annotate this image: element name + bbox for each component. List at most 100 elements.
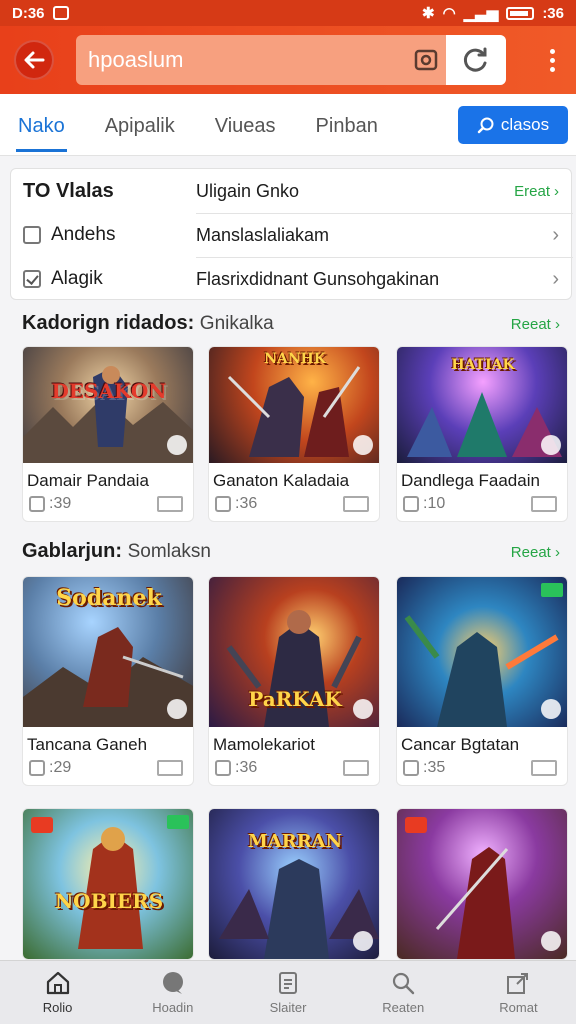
game-card[interactable]: Sodanek Tancana Ganeh :29 [22,576,194,786]
filter-header-link[interactable]: Ereat › [514,183,559,200]
game-name: Ganaton Kaladaia [213,471,350,490]
game-name: Mamolekariot [213,735,316,754]
game-art-title: Sodanek [56,585,162,611]
nav-item-home[interactable]: Rolio [0,961,115,1024]
filter-row-label: Alagik [51,268,103,289]
rating-icon [403,760,419,776]
section-subtitle: Somlaksn [127,541,211,562]
see-all-link[interactable]: Reeat › [511,316,560,333]
search-box [76,35,506,85]
game-thumbnail: PaRKAK [209,577,379,727]
nav-label: Rolio [42,1000,73,1015]
game-rating: :39 [49,495,72,512]
game-thumbnail: HATIAK [397,347,567,463]
section-title: Kadorign ridados: [22,312,195,334]
filter-card: TO Vlalas Uligain Gnko Ereat › Andehs Man… [10,168,573,301]
home-icon [46,971,69,995]
game-name: Dandlega Faadain [401,471,540,490]
image-search-button[interactable] [406,35,446,85]
filter-row[interactable]: Andehs Manslaslaliakam › [11,213,573,257]
chevron-right-icon: › [552,268,559,290]
publisher-badge-icon [541,435,561,455]
bluetooth-icon: ✱ [422,5,435,22]
overflow-menu-button[interactable] [542,48,562,72]
tab-viueas[interactable]: Viueas [215,94,276,156]
game-name: Damair Pandaia [27,471,149,490]
section-subtitle: Gnikalka [199,313,274,334]
signal-icon: ▁▃▅ [463,5,499,22]
hot-badge-icon [31,817,53,833]
game-card[interactable]: DESAKON Damair Pandaia :39 [22,346,194,522]
game-card[interactable]: HATIAK Dandlega Faadain :10 [396,346,568,522]
save-toggle[interactable] [531,496,557,512]
see-all-link[interactable]: Reeat › [511,544,560,561]
game-card[interactable]: Cancar Bgtatan :35 [396,576,568,786]
chat-icon [162,972,183,994]
game-card[interactable]: PaRKAK Mamolekariot :36 [208,576,380,786]
publisher-badge-icon [353,931,373,951]
chevron-right-icon: › [552,224,559,246]
filter-row-value: Flasrixdidnant Gunsohgakinan [196,269,440,289]
refresh-button[interactable] [446,35,506,85]
filter-row[interactable]: Alagik Flasrixdidnant Gunsohgakinan › [11,257,573,301]
game-rating: :36 [235,759,258,776]
status-bar: D:36 ✱ ◠ ▁▃▅ :36 [0,0,576,26]
game-thumbnail [397,809,567,959]
save-toggle[interactable] [343,496,369,512]
status-time: D:36 [12,4,45,22]
rating-icon [29,760,45,776]
save-toggle[interactable] [343,760,369,776]
filter-header-value: Uligain Gnko [196,180,300,201]
save-toggle[interactable] [531,760,557,776]
game-card[interactable]: NOBIERS [22,808,194,960]
top-app-bar [0,26,576,94]
nav-item-search[interactable]: Reaten [346,961,461,1024]
game-rating: :10 [423,495,446,512]
checkbox[interactable] [23,226,41,244]
nav-item-chat[interactable]: Hoadin [115,961,230,1024]
save-toggle[interactable] [157,760,183,776]
publisher-badge-icon [353,435,373,455]
nav-label: Slaiter [269,1000,307,1015]
arrow-left-icon [24,51,45,69]
game-thumbnail: MARRAN [209,809,379,959]
tab-apipalik[interactable]: Apipalik [105,94,175,156]
game-card[interactable]: NANHK Ganaton Kaladaia :36 [208,346,380,522]
publisher-badge-icon [167,435,187,455]
save-toggle[interactable] [157,496,183,512]
checkbox-checked[interactable] [23,270,41,288]
search-icon [393,972,415,995]
chevron-right-icon: › [554,182,559,200]
rating-icon [403,496,419,512]
search-input[interactable] [76,35,406,85]
see-all-label: Reeat [510,544,551,561]
game-art-title: NOBIERS [54,889,164,913]
game-card[interactable] [396,808,568,960]
filter-header-link-label: Ereat [514,182,550,200]
new-badge-icon [167,815,189,829]
list-icon [279,972,297,994]
game-rating: :29 [49,759,72,776]
new-badge-icon [541,583,563,597]
rating-icon [29,496,45,512]
hot-badge-icon [405,817,427,833]
game-thumbnail: DESAKON [23,347,193,463]
game-rating: :35 [423,759,446,776]
search-action-button[interactable]: clasos [458,106,568,144]
game-art-title: HATIAK [451,357,515,373]
game-thumbnail [397,577,567,727]
game-card[interactable]: MARRAN [208,808,380,960]
nav-label: Reaten [382,1000,425,1015]
nav-item-share[interactable]: Romat [461,961,576,1024]
section-title: Gablarjun: [22,540,123,562]
tab-nako[interactable]: Nako [16,94,67,156]
nav-item-list[interactable]: Slaiter [230,961,345,1024]
dot-icon [549,57,555,63]
tab-pinban[interactable]: Pinban [316,94,378,156]
search-action-label: clasos [500,115,550,134]
game-art-title: DESAKON [51,379,167,403]
back-button[interactable] [14,40,54,80]
dot-icon [549,48,555,54]
filter-row-value: Manslaslaliakam [196,225,330,245]
filter-header-row: TO Vlalas Uligain Gnko Ereat › [11,169,573,213]
